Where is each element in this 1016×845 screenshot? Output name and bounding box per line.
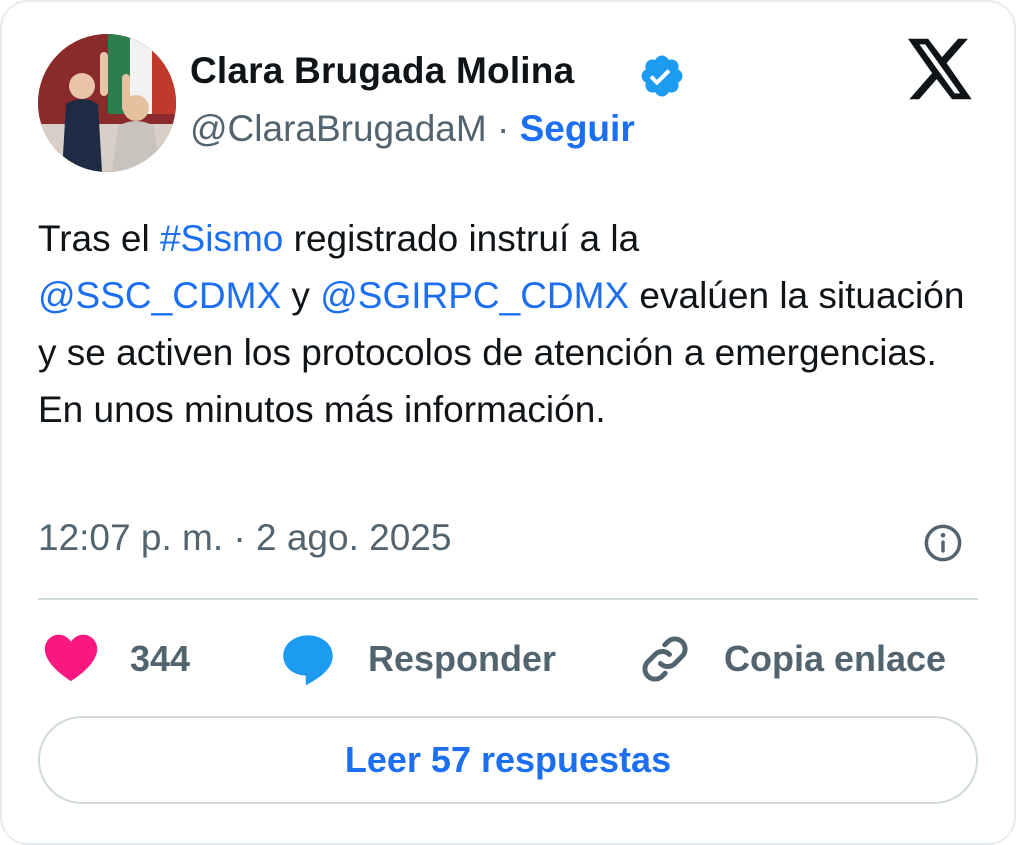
author-name[interactable]: Clara Brugada Molina: [190, 50, 574, 92]
read-replies-button[interactable]: Leer 57 respuestas: [38, 716, 978, 804]
read-replies-label: Leer 57 respuestas: [344, 739, 672, 780]
tweet-text-segment: Tras el: [38, 218, 160, 259]
tweet-timestamp[interactable]: 12:07 p. m. · 2 ago. 2025: [38, 517, 451, 559]
hashtag-link[interactable]: #Sismo: [160, 218, 283, 259]
mention-link[interactable]: @SGIRPC_CDMX: [320, 275, 629, 316]
info-icon[interactable]: [922, 522, 964, 564]
tweet-text-segment: y: [281, 275, 321, 316]
reply-button[interactable]: Responder: [368, 638, 556, 680]
author-handle[interactable]: @ClaraBrugadaM: [190, 108, 487, 149]
tweet-text-segment: registrado instruí a la: [283, 218, 640, 259]
reply-bubble-icon[interactable]: [280, 632, 336, 686]
author-handle-row: @ClaraBrugadaM · Seguir: [190, 108, 635, 150]
avatar-image: [38, 34, 176, 172]
x-logo-icon[interactable]: [908, 38, 974, 100]
verified-badge-icon: [641, 55, 683, 97]
mention-link[interactable]: @SSC_CDMX: [38, 275, 281, 316]
divider: [38, 598, 978, 600]
tweet-embed-card: Clara Brugada Molina @ClaraBrugadaM · Se…: [0, 0, 1016, 845]
separator-dot: ·: [496, 108, 510, 149]
action-bar: 344 Responder Copia enlace: [2, 622, 1016, 698]
like-count[interactable]: 344: [130, 638, 190, 680]
follow-button[interactable]: Seguir: [520, 108, 635, 149]
tweet-text: Tras el #Sismo registrado instruí a la @…: [38, 210, 978, 438]
avatar[interactable]: [38, 34, 176, 172]
heart-icon[interactable]: [44, 634, 98, 682]
copy-link-button[interactable]: Copia enlace: [724, 638, 946, 680]
link-icon[interactable]: [638, 632, 692, 686]
